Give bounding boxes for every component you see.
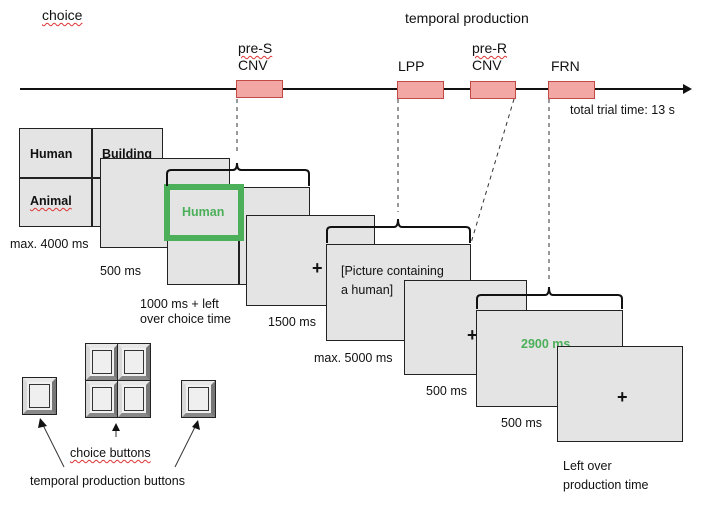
erp-box-pre-r-cnv bbox=[470, 81, 516, 99]
duration-fixation-3: Left over production time bbox=[563, 457, 648, 495]
duration-selected: 1000 ms + left over choice time bbox=[140, 297, 231, 327]
duration-blank-1: 500 ms bbox=[100, 264, 141, 278]
choice-button-bottom-right bbox=[117, 380, 151, 418]
choice-option-animal: Animal bbox=[30, 194, 72, 208]
arrowhead-icon bbox=[38, 418, 47, 428]
temporal-buttons-label: temporal production buttons bbox=[30, 474, 185, 488]
temporal-phase-label: temporal production bbox=[405, 10, 529, 26]
duration-text: max. 4000 ms bbox=[10, 237, 89, 251]
duration-line1: 1000 ms + left bbox=[140, 297, 219, 311]
temporal-button-right bbox=[181, 380, 216, 418]
fixation-cross-icon: + bbox=[617, 387, 628, 407]
erp-label-lpp: LPP bbox=[398, 58, 425, 74]
fixation-cross-icon: + bbox=[312, 258, 323, 278]
choice-button-top-left bbox=[85, 343, 119, 381]
duration-line2: production time bbox=[563, 478, 649, 492]
duration-choice: max. 4000 ms bbox=[10, 237, 89, 252]
picture-line1: [Picture containing bbox=[341, 264, 444, 278]
duration-line2: over choice time bbox=[140, 312, 232, 326]
total-trial-time: total trial time: 13 s bbox=[570, 103, 675, 117]
erp-label-pre-r: pre-R CNV bbox=[472, 40, 507, 74]
choice-button-bottom-left bbox=[85, 380, 119, 418]
erp-label-frn: FRN bbox=[551, 58, 580, 74]
temporal-button-left bbox=[22, 377, 57, 415]
erp-label-pre-s: pre-S CNV bbox=[238, 40, 272, 74]
erp-label-line1: pre-S bbox=[238, 40, 273, 56]
choice-buttons-label: choice buttons bbox=[70, 446, 151, 460]
duration-line1: Left over bbox=[563, 459, 612, 473]
selected-choice-highlight: Human bbox=[164, 184, 244, 241]
arrowhead-icon bbox=[112, 423, 120, 431]
erp-label-line2: CNV bbox=[238, 57, 268, 73]
timeline-arrowhead-icon bbox=[683, 84, 692, 94]
choice-phase-label: choice bbox=[42, 7, 83, 23]
duration-picture: max. 5000 ms bbox=[314, 351, 393, 365]
erp-label-line1: pre-R bbox=[472, 40, 508, 56]
duration-fixation-2: 500 ms bbox=[426, 384, 467, 398]
arrow-line-right-button bbox=[174, 424, 197, 468]
erp-label-line2: CNV bbox=[472, 57, 502, 73]
dashed-connector-pre-r bbox=[470, 98, 515, 244]
arrowhead-icon bbox=[192, 420, 200, 430]
erp-box-frn bbox=[548, 81, 595, 99]
fixation-screen-3: + bbox=[557, 346, 683, 442]
selected-choice-label: Human bbox=[182, 205, 225, 219]
choice-option-human: Human bbox=[30, 147, 73, 161]
erp-box-pre-s-cnv bbox=[236, 80, 283, 98]
choice-button-top-right bbox=[117, 343, 151, 381]
arrow-line-left-button bbox=[41, 422, 65, 468]
erp-box-lpp bbox=[397, 81, 444, 99]
duration-fixation-1: 1500 ms bbox=[268, 315, 316, 329]
duration-feedback: 500 ms bbox=[501, 416, 542, 430]
